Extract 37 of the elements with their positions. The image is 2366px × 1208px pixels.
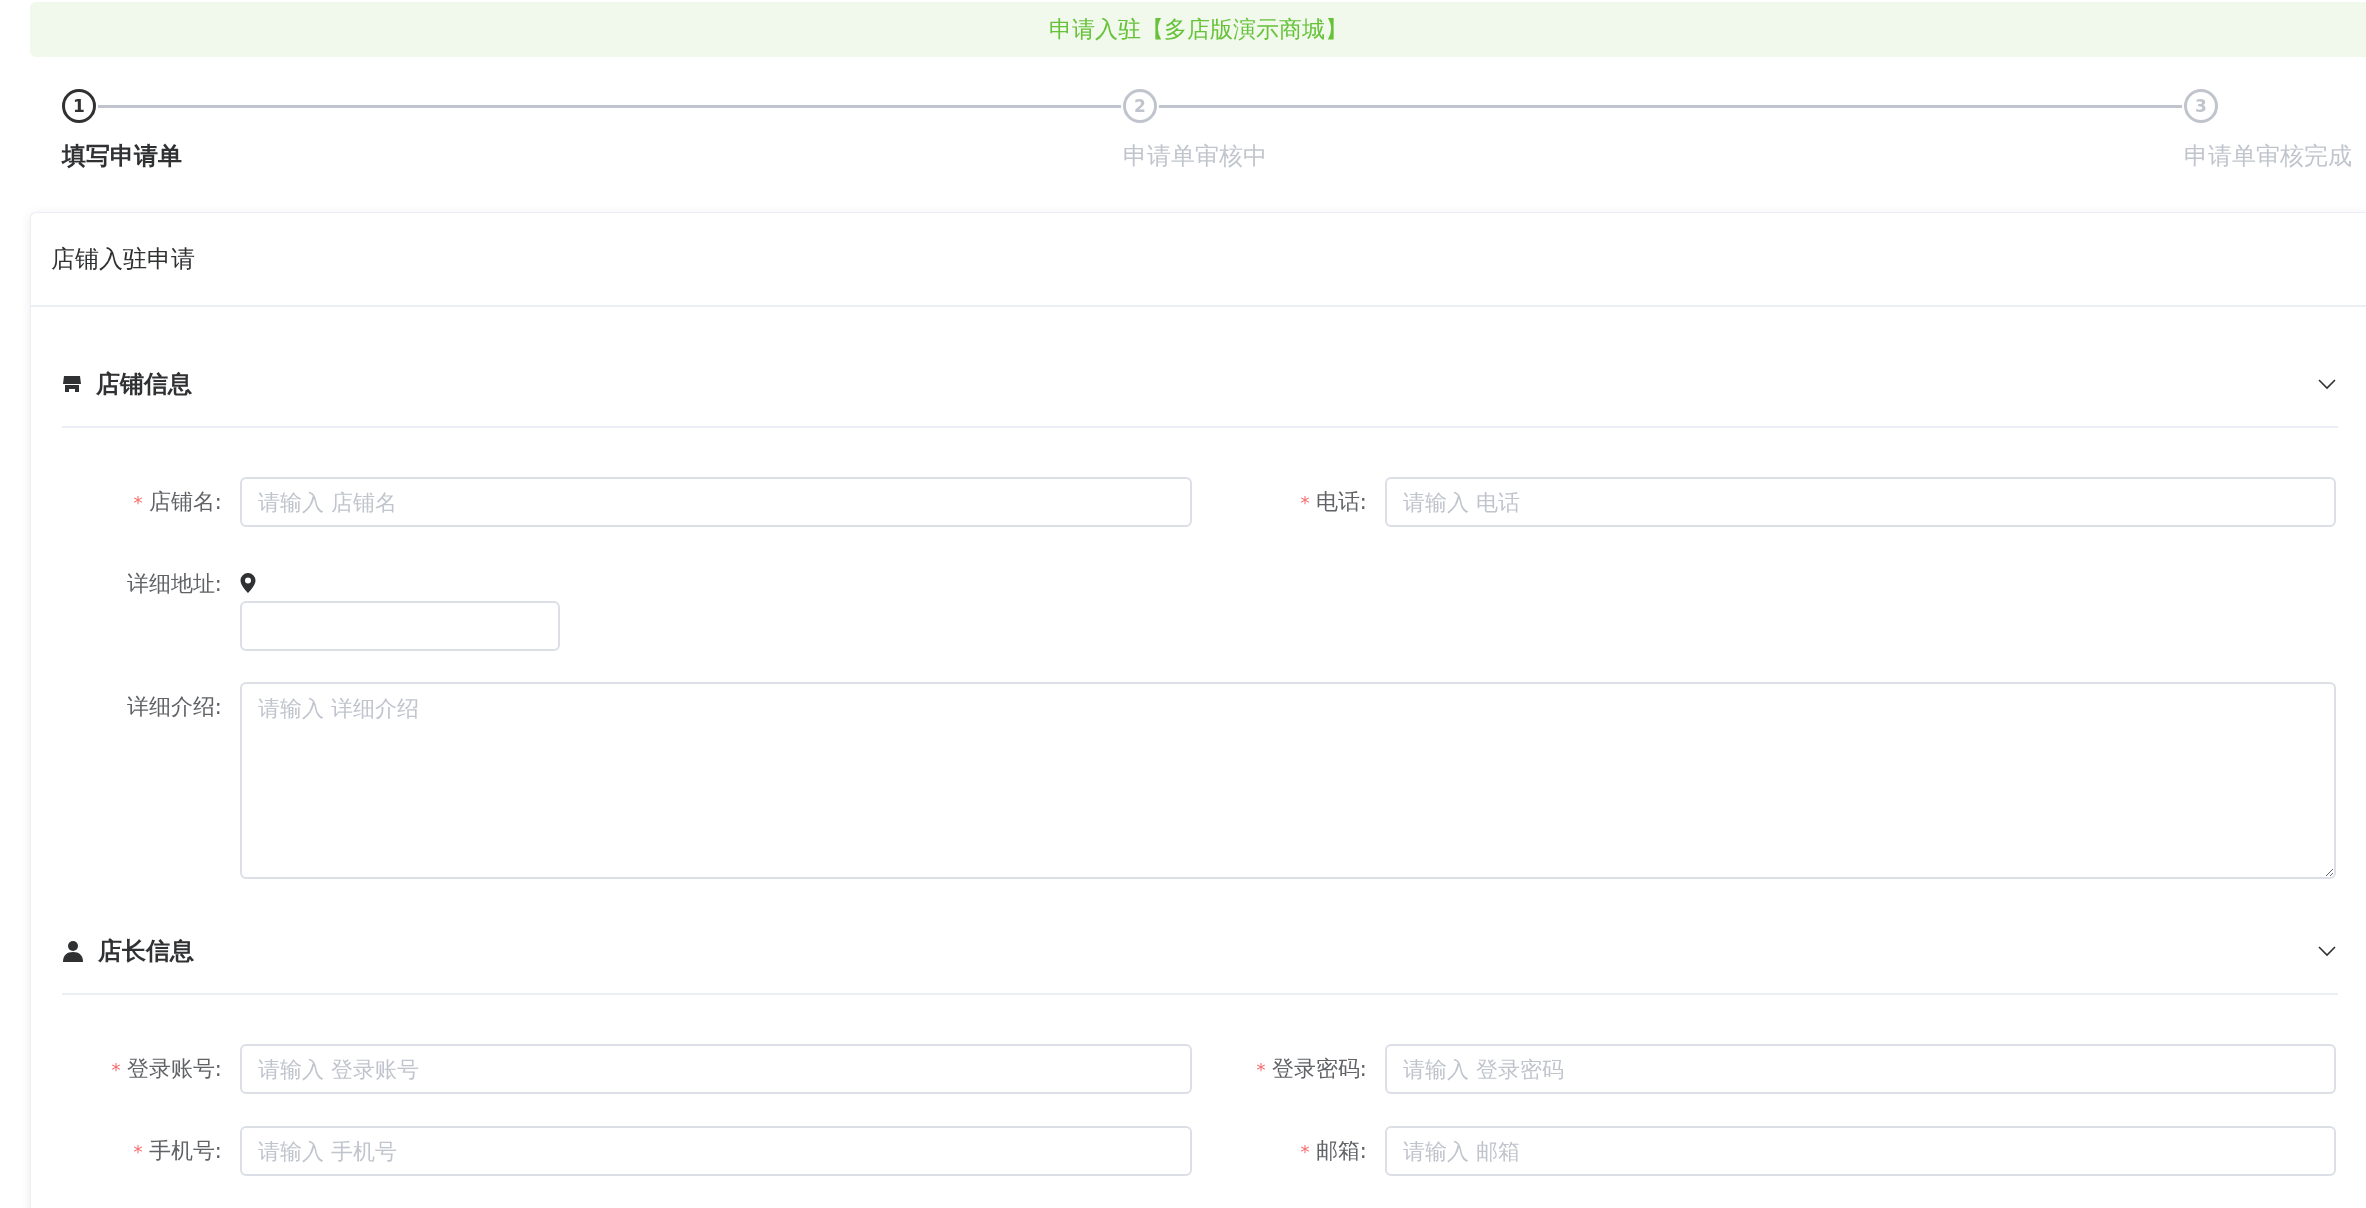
required-mark: *	[1256, 1059, 1266, 1080]
field-label: 邮箱:	[1315, 1138, 1367, 1163]
text-input[interactable]: 请输入 手机号	[240, 1126, 1192, 1176]
field-label: 登录账号:	[126, 1056, 222, 1081]
map-pin-icon[interactable]	[240, 573, 256, 593]
step-label: 填写申请单	[62, 141, 183, 172]
step-number: 3	[2184, 89, 2218, 123]
step-number: 2	[1123, 89, 1157, 123]
section-title: 店长信息	[98, 936, 195, 967]
person-icon	[62, 940, 84, 962]
step-label: 申请单审核完成	[2184, 141, 2352, 172]
text-input[interactable]: 请输入 登录密码	[1385, 1044, 2336, 1094]
required-mark: *	[1300, 1141, 1310, 1162]
text-input[interactable]: 请输入 邮箱	[1385, 1126, 2336, 1176]
text-input[interactable]: 请输入 店铺名	[240, 477, 1192, 527]
chevron-down-icon[interactable]	[2318, 945, 2336, 957]
card-title: 店铺入驻申请	[31, 213, 2366, 307]
field-label: 详细地址:	[126, 571, 222, 596]
field-label: 手机号:	[148, 1138, 222, 1163]
required-mark: *	[111, 1059, 121, 1080]
step-number: 1	[62, 89, 96, 123]
banner-title: 申请入驻【多店版演示商城】	[30, 2, 2366, 57]
text-input[interactable]: 请输入 电话	[1385, 477, 2336, 527]
address-input[interactable]	[240, 601, 560, 651]
text-input[interactable]: 请输入 登录账号	[240, 1044, 1192, 1094]
required-mark: *	[133, 1141, 143, 1162]
step-label: 申请单审核中	[1123, 141, 1268, 172]
shop-icon	[62, 374, 82, 394]
description-textarea[interactable]: 请输入 详细介绍	[240, 682, 2336, 879]
required-mark: *	[1300, 492, 1310, 513]
field-label: 电话:	[1315, 489, 1367, 514]
field-label: 登录密码:	[1271, 1056, 1367, 1081]
chevron-down-icon[interactable]	[2318, 378, 2336, 390]
field-label: 店铺名:	[148, 489, 222, 514]
required-mark: *	[133, 492, 143, 513]
section-title: 店铺信息	[96, 369, 193, 400]
field-label: 详细介绍:	[126, 694, 222, 719]
